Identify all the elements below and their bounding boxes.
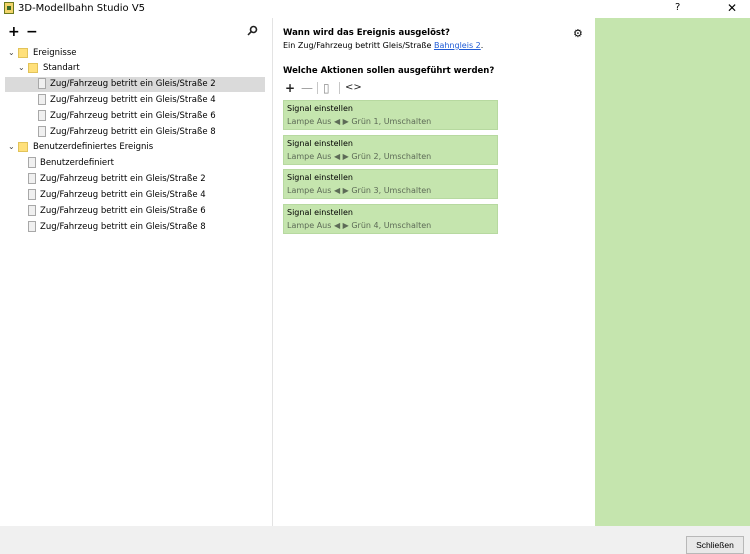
document-icon — [28, 173, 36, 184]
tree-item-standart-3[interactable]: Zug/Fahrzeug betritt ein Gleis/Straße 6 — [5, 109, 265, 124]
tree-root-ereignisse[interactable]: ⌄ Ereignisse — [5, 46, 265, 61]
action-detail: Lampe Aus ◀ ▶ Grün 3, Umschalten — [287, 186, 432, 195]
trigger-description: Ein Zug/Fahrzeug betritt Gleis/Straße Ba… — [283, 41, 483, 50]
document-icon — [38, 110, 46, 121]
action-detail: Lampe Aus ◀ ▶ Grün 1, Umschalten — [287, 117, 432, 126]
right-panel — [595, 18, 750, 526]
window-title: 3D-Modellbahn Studio V5 — [18, 3, 146, 14]
add-action-button[interactable]: + — [285, 82, 295, 94]
event-editor: Wann wird das Ereignis ausgelöst? Ein Zu… — [273, 18, 595, 526]
tree-label: Ereignisse — [33, 48, 77, 58]
chevron-down-icon[interactable]: ⌄ — [8, 49, 16, 57]
tree-item-standart-4[interactable]: Zug/Fahrzeug betritt ein Gleis/Straße 8 — [5, 125, 265, 140]
help-button[interactable]: ? — [675, 2, 680, 13]
trigger-track-link[interactable]: Bahngleis 2 — [434, 41, 481, 50]
app-icon — [4, 2, 14, 14]
action-title: Signal einstellen — [287, 208, 353, 217]
footer — [0, 526, 750, 554]
copy-icon[interactable]: ▯ — [323, 82, 330, 94]
tree-item-benutzer-1[interactable]: Benutzerdefiniert — [5, 156, 265, 171]
tree-item-benutzer-5[interactable]: Zug/Fahrzeug betritt ein Gleis/Straße 8 — [5, 220, 265, 235]
folder-icon — [28, 63, 38, 73]
tree-item-standart-2[interactable]: Zug/Fahrzeug betritt ein Gleis/Straße 4 — [5, 93, 265, 108]
remove-event-button[interactable]: − — [26, 25, 38, 39]
toolbar-separator — [339, 82, 340, 94]
document-icon — [28, 189, 36, 200]
code-icon[interactable]: <> — [345, 82, 362, 94]
tree-item-benutzer-4[interactable]: Zug/Fahrzeug betritt ein Gleis/Straße 6 — [5, 204, 265, 219]
chevron-down-icon[interactable]: ⌄ — [18, 64, 26, 72]
action-title: Signal einstellen — [287, 139, 353, 148]
tree-label: Zug/Fahrzeug betritt ein Gleis/Straße 6 — [40, 206, 206, 216]
action-card-3[interactable]: Signal einstellen Lampe Aus ◀ ▶ Grün 3, … — [283, 169, 498, 199]
action-card-4[interactable]: Signal einstellen Lampe Aus ◀ ▶ Grün 4, … — [283, 204, 498, 234]
tree-item-benutzer-2[interactable]: Zug/Fahrzeug betritt ein Gleis/Straße 2 — [5, 172, 265, 187]
folder-icon — [18, 48, 28, 58]
gear-icon[interactable]: ⚙ — [573, 27, 583, 40]
folder-icon — [18, 142, 28, 152]
toolbar-separator — [317, 82, 318, 94]
action-title: Signal einstellen — [287, 104, 353, 113]
remove-action-button[interactable]: — — [301, 82, 313, 94]
trigger-suffix: . — [480, 41, 484, 50]
chevron-down-icon[interactable]: ⌄ — [8, 143, 16, 151]
tree-label: Zug/Fahrzeug betritt ein Gleis/Straße 4 — [40, 190, 206, 200]
search-icon[interactable] — [247, 25, 258, 36]
document-icon — [38, 78, 46, 89]
document-icon — [28, 157, 36, 168]
title-bar: 3D-Modellbahn Studio V5 ? ✕ — [0, 0, 750, 18]
action-detail: Lampe Aus ◀ ▶ Grün 4, Umschalten — [287, 221, 432, 230]
trigger-prefix: Ein Zug/Fahrzeug betritt Gleis/Straße — [283, 41, 434, 50]
action-card-2[interactable]: Signal einstellen Lampe Aus ◀ ▶ Grün 2, … — [283, 135, 498, 165]
document-icon — [28, 221, 36, 232]
actions-toolbar: + — ▯ <> — [283, 82, 373, 96]
document-icon — [28, 205, 36, 216]
document-icon — [38, 126, 46, 137]
action-card-1[interactable]: Signal einstellen Lampe Aus ◀ ▶ Grün 1, … — [283, 100, 498, 130]
tree-group-standart[interactable]: ⌄ Standart — [5, 61, 265, 76]
left-panel: + − ⌄ Ereignisse ⌄ Standart Zug/Fahrzeug… — [0, 18, 272, 526]
tree-item-benutzer-3[interactable]: Zug/Fahrzeug betritt ein Gleis/Straße 4 — [5, 188, 265, 203]
action-detail: Lampe Aus ◀ ▶ Grün 2, Umschalten — [287, 152, 432, 161]
tree-label: Benutzerdefiniert — [40, 158, 114, 168]
tree-label: Zug/Fahrzeug betritt ein Gleis/Straße 6 — [50, 111, 216, 121]
tree-label: Zug/Fahrzeug betritt ein Gleis/Straße 8 — [40, 222, 206, 232]
tree-group-benutzerdefiniert[interactable]: ⌄ Benutzerdefiniertes Ereignis — [5, 140, 265, 155]
tree-item-standart-1[interactable]: Zug/Fahrzeug betritt ein Gleis/Straße 2 — [5, 77, 265, 92]
action-title: Signal einstellen — [287, 173, 353, 182]
close-button[interactable]: Schließen — [686, 536, 744, 554]
document-icon — [38, 94, 46, 105]
tree-label: Zug/Fahrzeug betritt ein Gleis/Straße 2 — [40, 174, 206, 184]
tree-label: Standart — [43, 63, 80, 73]
tree-label: Zug/Fahrzeug betritt ein Gleis/Straße 8 — [50, 127, 216, 137]
tree-label: Zug/Fahrzeug betritt ein Gleis/Straße 2 — [50, 79, 216, 89]
tree-label: Zug/Fahrzeug betritt ein Gleis/Straße 4 — [50, 95, 216, 105]
tree-label: Benutzerdefiniertes Ereignis — [33, 142, 154, 152]
actions-question: Welche Aktionen sollen ausgeführt werden… — [283, 66, 495, 76]
trigger-question: Wann wird das Ereignis ausgelöst? — [283, 28, 450, 38]
close-window-button[interactable]: ✕ — [727, 1, 737, 15]
add-event-button[interactable]: + — [8, 25, 20, 39]
